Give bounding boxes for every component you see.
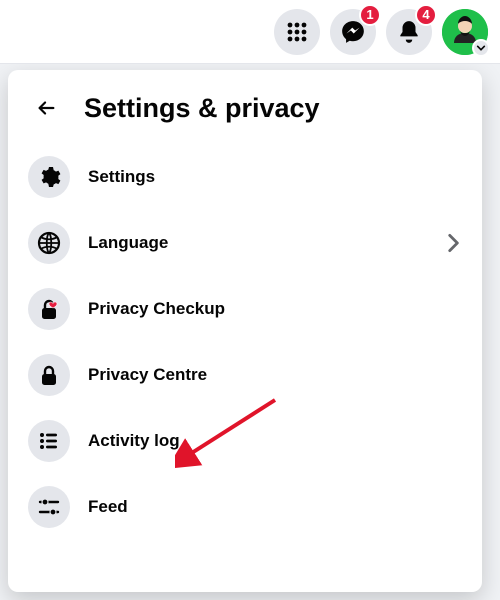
menu-item-privacy-checkup[interactable]: Privacy Checkup bbox=[22, 278, 474, 340]
messenger-button[interactable]: 1 bbox=[330, 9, 376, 55]
gear-icon bbox=[28, 156, 70, 198]
messenger-badge: 1 bbox=[359, 4, 381, 26]
arrow-left-icon bbox=[35, 97, 57, 119]
menu-item-settings[interactable]: Settings bbox=[22, 146, 474, 208]
panel-header: Settings & privacy bbox=[22, 84, 474, 138]
globe-icon bbox=[28, 222, 70, 264]
sliders-icon bbox=[28, 486, 70, 528]
grid-icon bbox=[286, 21, 308, 43]
settings-privacy-panel: Settings & privacy Settings Language bbox=[8, 70, 482, 592]
account-avatar-button[interactable] bbox=[442, 9, 488, 55]
menu-item-label: Language bbox=[88, 233, 168, 253]
notifications-badge: 4 bbox=[415, 4, 437, 26]
menu-list: Settings Language Privacy Checkup bbox=[22, 146, 474, 538]
menu-item-label: Activity log bbox=[88, 431, 180, 451]
menu-item-feed[interactable]: Feed bbox=[22, 476, 474, 538]
lock-icon bbox=[28, 354, 70, 396]
menu-item-label: Privacy Checkup bbox=[88, 299, 225, 319]
menu-item-activity-log[interactable]: Activity log bbox=[22, 410, 474, 472]
notifications-button[interactable]: 4 bbox=[386, 9, 432, 55]
menu-item-language[interactable]: Language bbox=[22, 212, 474, 274]
menu-item-privacy-centre[interactable]: Privacy Centre bbox=[22, 344, 474, 406]
menu-item-label: Settings bbox=[88, 167, 155, 187]
menu-grid-button[interactable] bbox=[274, 9, 320, 55]
menu-item-label: Feed bbox=[88, 497, 128, 517]
panel-title: Settings & privacy bbox=[84, 93, 320, 124]
chevron-right-icon bbox=[440, 230, 466, 256]
menu-item-label: Privacy Centre bbox=[88, 365, 207, 385]
chevron-down-icon bbox=[472, 39, 490, 57]
lock-heart-icon bbox=[28, 288, 70, 330]
list-icon bbox=[28, 420, 70, 462]
topbar: 1 4 bbox=[0, 0, 500, 64]
back-button[interactable] bbox=[26, 88, 66, 128]
